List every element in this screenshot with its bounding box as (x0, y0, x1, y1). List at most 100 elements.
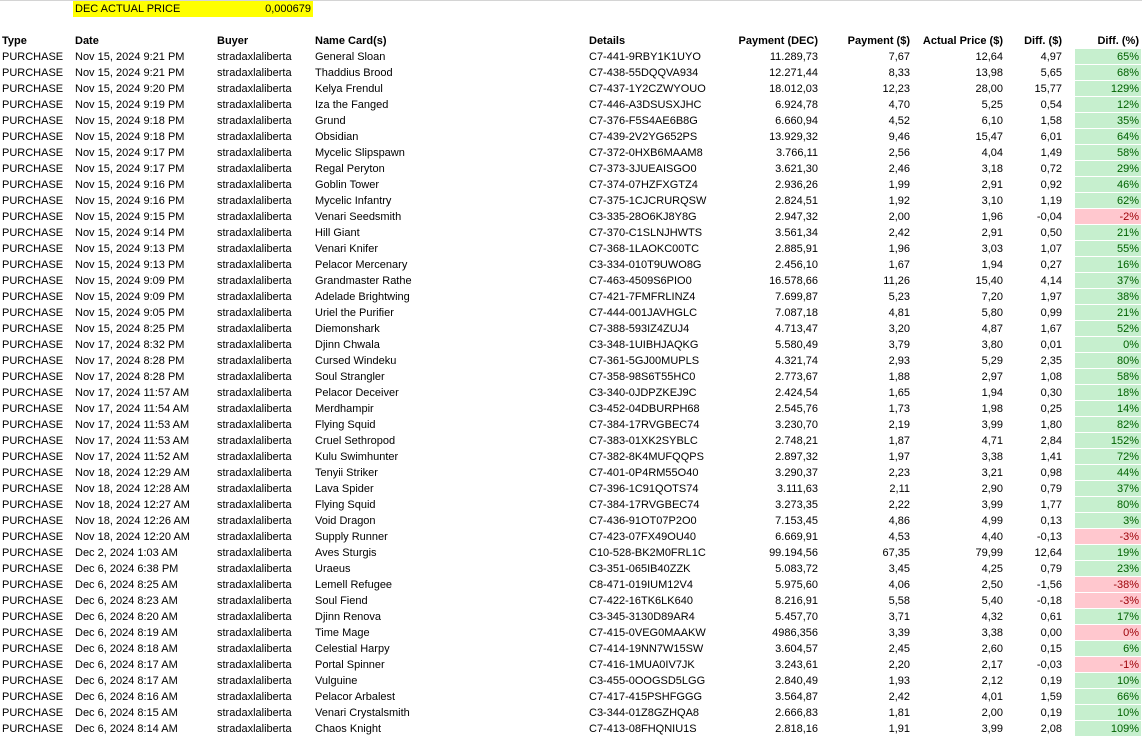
cell-diff-pct[interactable]: 82% (1075, 417, 1141, 433)
cell-payment-usd[interactable]: 9,46 (820, 129, 912, 145)
cell-payment-dec[interactable]: 2.936,26 (719, 177, 820, 193)
cell-payment-usd[interactable]: 1,65 (820, 385, 912, 401)
cell-buyer[interactable]: stradaxlaliberta (215, 449, 313, 465)
cell-date[interactable]: Nov 15, 2024 9:19 PM (73, 97, 215, 113)
cell-diff-pct[interactable]: 14% (1075, 401, 1141, 417)
cell-buyer[interactable]: stradaxlaliberta (215, 545, 313, 561)
cell-actual-price[interactable]: 4,40 (912, 529, 1005, 545)
cell-type[interactable]: PURCHASE (0, 561, 73, 577)
cell-buyer[interactable]: stradaxlaliberta (215, 257, 313, 273)
cell-date[interactable]: Dec 2, 2024 1:03 AM (73, 545, 215, 561)
cell-payment-dec[interactable]: 3.111,63 (719, 481, 820, 497)
cell-diff-pct[interactable]: 46% (1075, 177, 1141, 193)
cell-type[interactable]: PURCHASE (0, 369, 73, 385)
cell-date[interactable]: Nov 17, 2024 11:53 AM (73, 433, 215, 449)
cell-details[interactable]: C7-368-1LAOKC00TC (587, 241, 719, 257)
cell-actual-price[interactable]: 2,90 (912, 481, 1005, 497)
table-row[interactable]: PURCHASE Nov 17, 2024 11:54 AM stradaxlali… (0, 401, 1142, 417)
cell-diff-pct[interactable]: -1% (1075, 657, 1141, 673)
cell-name-card[interactable]: Pelacor Arbalest (313, 689, 587, 705)
cell-payment-dec[interactable]: 2.748,21 (719, 433, 820, 449)
cell-details[interactable]: C7-438-55DQQVA934 (587, 65, 719, 81)
cell-diff-usd[interactable]: 0,19 (1005, 705, 1064, 721)
cell-name-card[interactable]: Flying Squid (313, 497, 587, 513)
cell-payment-dec[interactable]: 3.230,70 (719, 417, 820, 433)
cell-payment-usd[interactable]: 1,88 (820, 369, 912, 385)
cell-type[interactable]: PURCHASE (0, 321, 73, 337)
cell-type[interactable]: PURCHASE (0, 625, 73, 641)
cell-diff-pct[interactable]: 129% (1075, 81, 1141, 97)
cell-type[interactable]: PURCHASE (0, 337, 73, 353)
cell-buyer[interactable]: stradaxlaliberta (215, 385, 313, 401)
cell-payment-usd[interactable]: 2,46 (820, 161, 912, 177)
cell-payment-usd[interactable]: 3,39 (820, 625, 912, 641)
cell-details[interactable]: C7-384-17RVGBEC74 (587, 497, 719, 513)
cell-date[interactable]: Dec 6, 2024 8:18 AM (73, 641, 215, 657)
cell-name-card[interactable]: Supply Runner (313, 529, 587, 545)
cell-diff-usd[interactable]: 15,77 (1005, 81, 1064, 97)
cell-diff-usd[interactable]: 1,49 (1005, 145, 1064, 161)
cell-type[interactable]: PURCHASE (0, 497, 73, 513)
table-row[interactable]: PURCHASE Nov 18, 2024 12:20 AM stradaxlali… (0, 529, 1142, 545)
cell-payment-dec[interactable]: 16.578,66 (719, 273, 820, 289)
header-details[interactable]: Details (587, 33, 719, 49)
cell-payment-dec[interactable]: 7.699,87 (719, 289, 820, 305)
cell-name-card[interactable]: Flying Squid (313, 417, 587, 433)
cell-details[interactable]: C7-383-01XK2SYBLC (587, 433, 719, 449)
cell-buyer[interactable]: stradaxlaliberta (215, 225, 313, 241)
cell-date[interactable]: Nov 15, 2024 9:16 PM (73, 177, 215, 193)
cell-date[interactable]: Nov 17, 2024 8:28 PM (73, 369, 215, 385)
cell-diff-usd[interactable]: 0,25 (1005, 401, 1064, 417)
cell-date[interactable]: Nov 18, 2024 12:28 AM (73, 481, 215, 497)
cell-diff-pct[interactable]: 58% (1075, 145, 1141, 161)
table-row[interactable]: PURCHASE Nov 15, 2024 9:20 PM stradaxlalib… (0, 81, 1142, 97)
cell-payment-dec[interactable]: 6.924,78 (719, 97, 820, 113)
cell-diff-pct[interactable]: 6% (1075, 641, 1141, 657)
cell-date[interactable]: Nov 18, 2024 12:27 AM (73, 497, 215, 513)
cell-buyer[interactable]: stradaxlaliberta (215, 209, 313, 225)
cell-actual-price[interactable]: 12,64 (912, 49, 1005, 65)
cell-type[interactable]: PURCHASE (0, 545, 73, 561)
cell-details[interactable]: C7-446-A3DSUSXJHC (587, 97, 719, 113)
cell-actual-price[interactable]: 28,00 (912, 81, 1005, 97)
cell-payment-dec[interactable]: 2.897,32 (719, 449, 820, 465)
cell-type[interactable]: PURCHASE (0, 689, 73, 705)
cell-date[interactable]: Dec 6, 2024 8:25 AM (73, 577, 215, 593)
cell-payment-dec[interactable]: 3.561,34 (719, 225, 820, 241)
cell-payment-usd[interactable]: 4,86 (820, 513, 912, 529)
cell-payment-dec[interactable]: 3.243,61 (719, 657, 820, 673)
cell-actual-price[interactable]: 5,25 (912, 97, 1005, 113)
cell-name-card[interactable]: Venari Knifer (313, 241, 587, 257)
cell-actual-price[interactable]: 3,18 (912, 161, 1005, 177)
cell-details[interactable]: C7-421-7FMFRLINZ4 (587, 289, 719, 305)
table-row[interactable]: PURCHASE Nov 18, 2024 12:27 AM stradaxlali… (0, 497, 1142, 513)
cell-type[interactable]: PURCHASE (0, 81, 73, 97)
table-row[interactable]: PURCHASE Dec 6, 2024 8:17 AM stradaxlalibe… (0, 657, 1142, 673)
cell-diff-pct[interactable]: 0% (1075, 337, 1141, 353)
cell-payment-usd[interactable]: 2,11 (820, 481, 912, 497)
cell-payment-dec[interactable]: 2.424,54 (719, 385, 820, 401)
cell-date[interactable]: Nov 15, 2024 9:13 PM (73, 241, 215, 257)
cell-buyer[interactable]: stradaxlaliberta (215, 369, 313, 385)
cell-type[interactable]: PURCHASE (0, 225, 73, 241)
cell-date[interactable]: Dec 6, 2024 8:19 AM (73, 625, 215, 641)
cell-date[interactable]: Dec 6, 2024 8:20 AM (73, 609, 215, 625)
cell-name-card[interactable]: Uraeus (313, 561, 587, 577)
cell-name-card[interactable]: Kelya Frendul (313, 81, 587, 97)
cell-payment-usd[interactable]: 4,70 (820, 97, 912, 113)
cell-type[interactable]: PURCHASE (0, 385, 73, 401)
header-diff-pct[interactable]: Diff. (%) (1075, 33, 1141, 49)
cell-name-card[interactable]: Lava Spider (313, 481, 587, 497)
cell-buyer[interactable]: stradaxlaliberta (215, 705, 313, 721)
cell-payment-dec[interactable]: 2.818,16 (719, 721, 820, 737)
cell-details[interactable]: C7-372-0HXB6MAAM8 (587, 145, 719, 161)
cell-payment-dec[interactable]: 3.621,30 (719, 161, 820, 177)
cell-payment-dec[interactable]: 2.773,67 (719, 369, 820, 385)
cell-diff-pct[interactable]: 19% (1075, 545, 1141, 561)
table-row[interactable]: PURCHASE Nov 15, 2024 9:19 PM stradaxlalib… (0, 97, 1142, 113)
cell-payment-dec[interactable]: 3.564,87 (719, 689, 820, 705)
cell-payment-usd[interactable]: 5,23 (820, 289, 912, 305)
cell-buyer[interactable]: stradaxlaliberta (215, 289, 313, 305)
cell-payment-usd[interactable]: 5,58 (820, 593, 912, 609)
cell-buyer[interactable]: stradaxlaliberta (215, 721, 313, 737)
